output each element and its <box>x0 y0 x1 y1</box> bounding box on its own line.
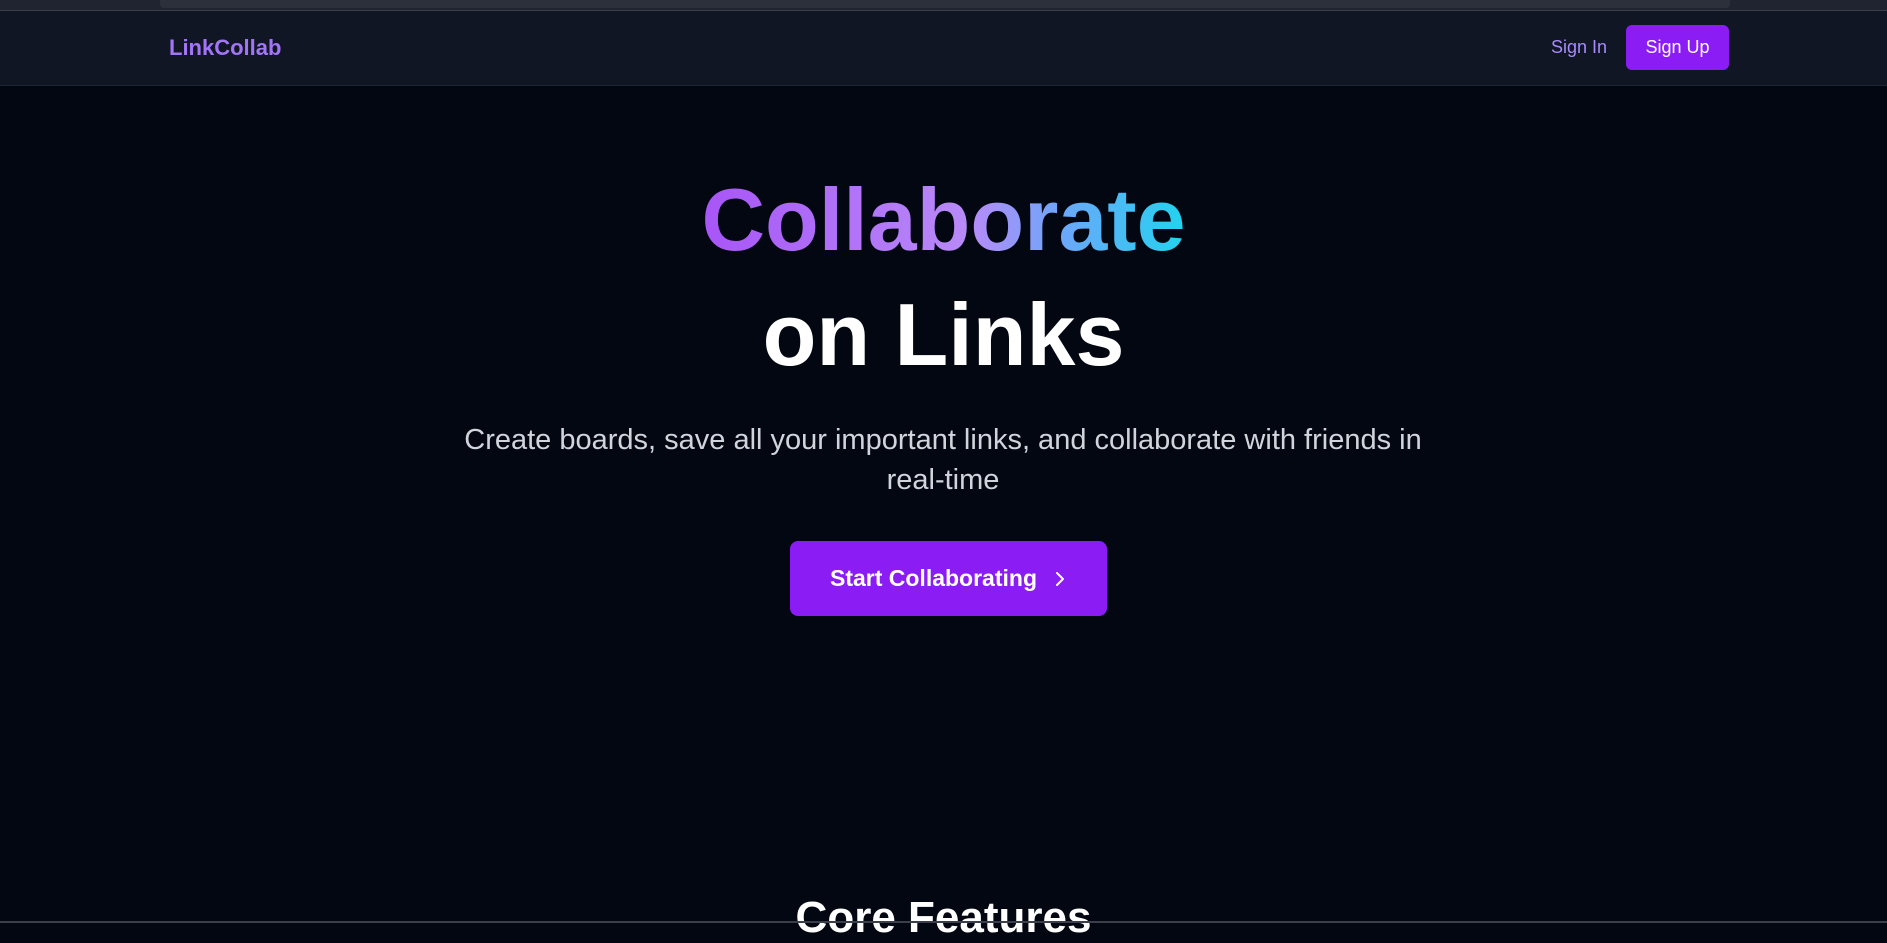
navbar: LinkCollab Sign In Sign Up <box>0 11 1887 86</box>
logo[interactable]: LinkCollab <box>169 35 281 61</box>
chevron-right-icon <box>1053 570 1067 588</box>
browser-top-strip <box>0 0 1887 11</box>
cta-label: Start Collaborating <box>829 565 1037 591</box>
browser-top-bar <box>160 0 1730 8</box>
hero-title-line-1: Collaborate <box>701 170 1186 269</box>
sign-up-button[interactable]: Sign Up <box>1626 25 1729 70</box>
hero-subtitle: Create boards, save all your important l… <box>464 424 1422 496</box>
sign-in-link[interactable]: Sign In <box>1551 37 1607 58</box>
hero-title-gradient: Collaborate <box>0 165 1887 275</box>
core-features-heading: Core Features <box>795 893 1092 942</box>
start-collaborating-button[interactable]: Start Collaborating <box>790 541 1107 616</box>
hero-title-line-2: on Links <box>762 285 1125 384</box>
